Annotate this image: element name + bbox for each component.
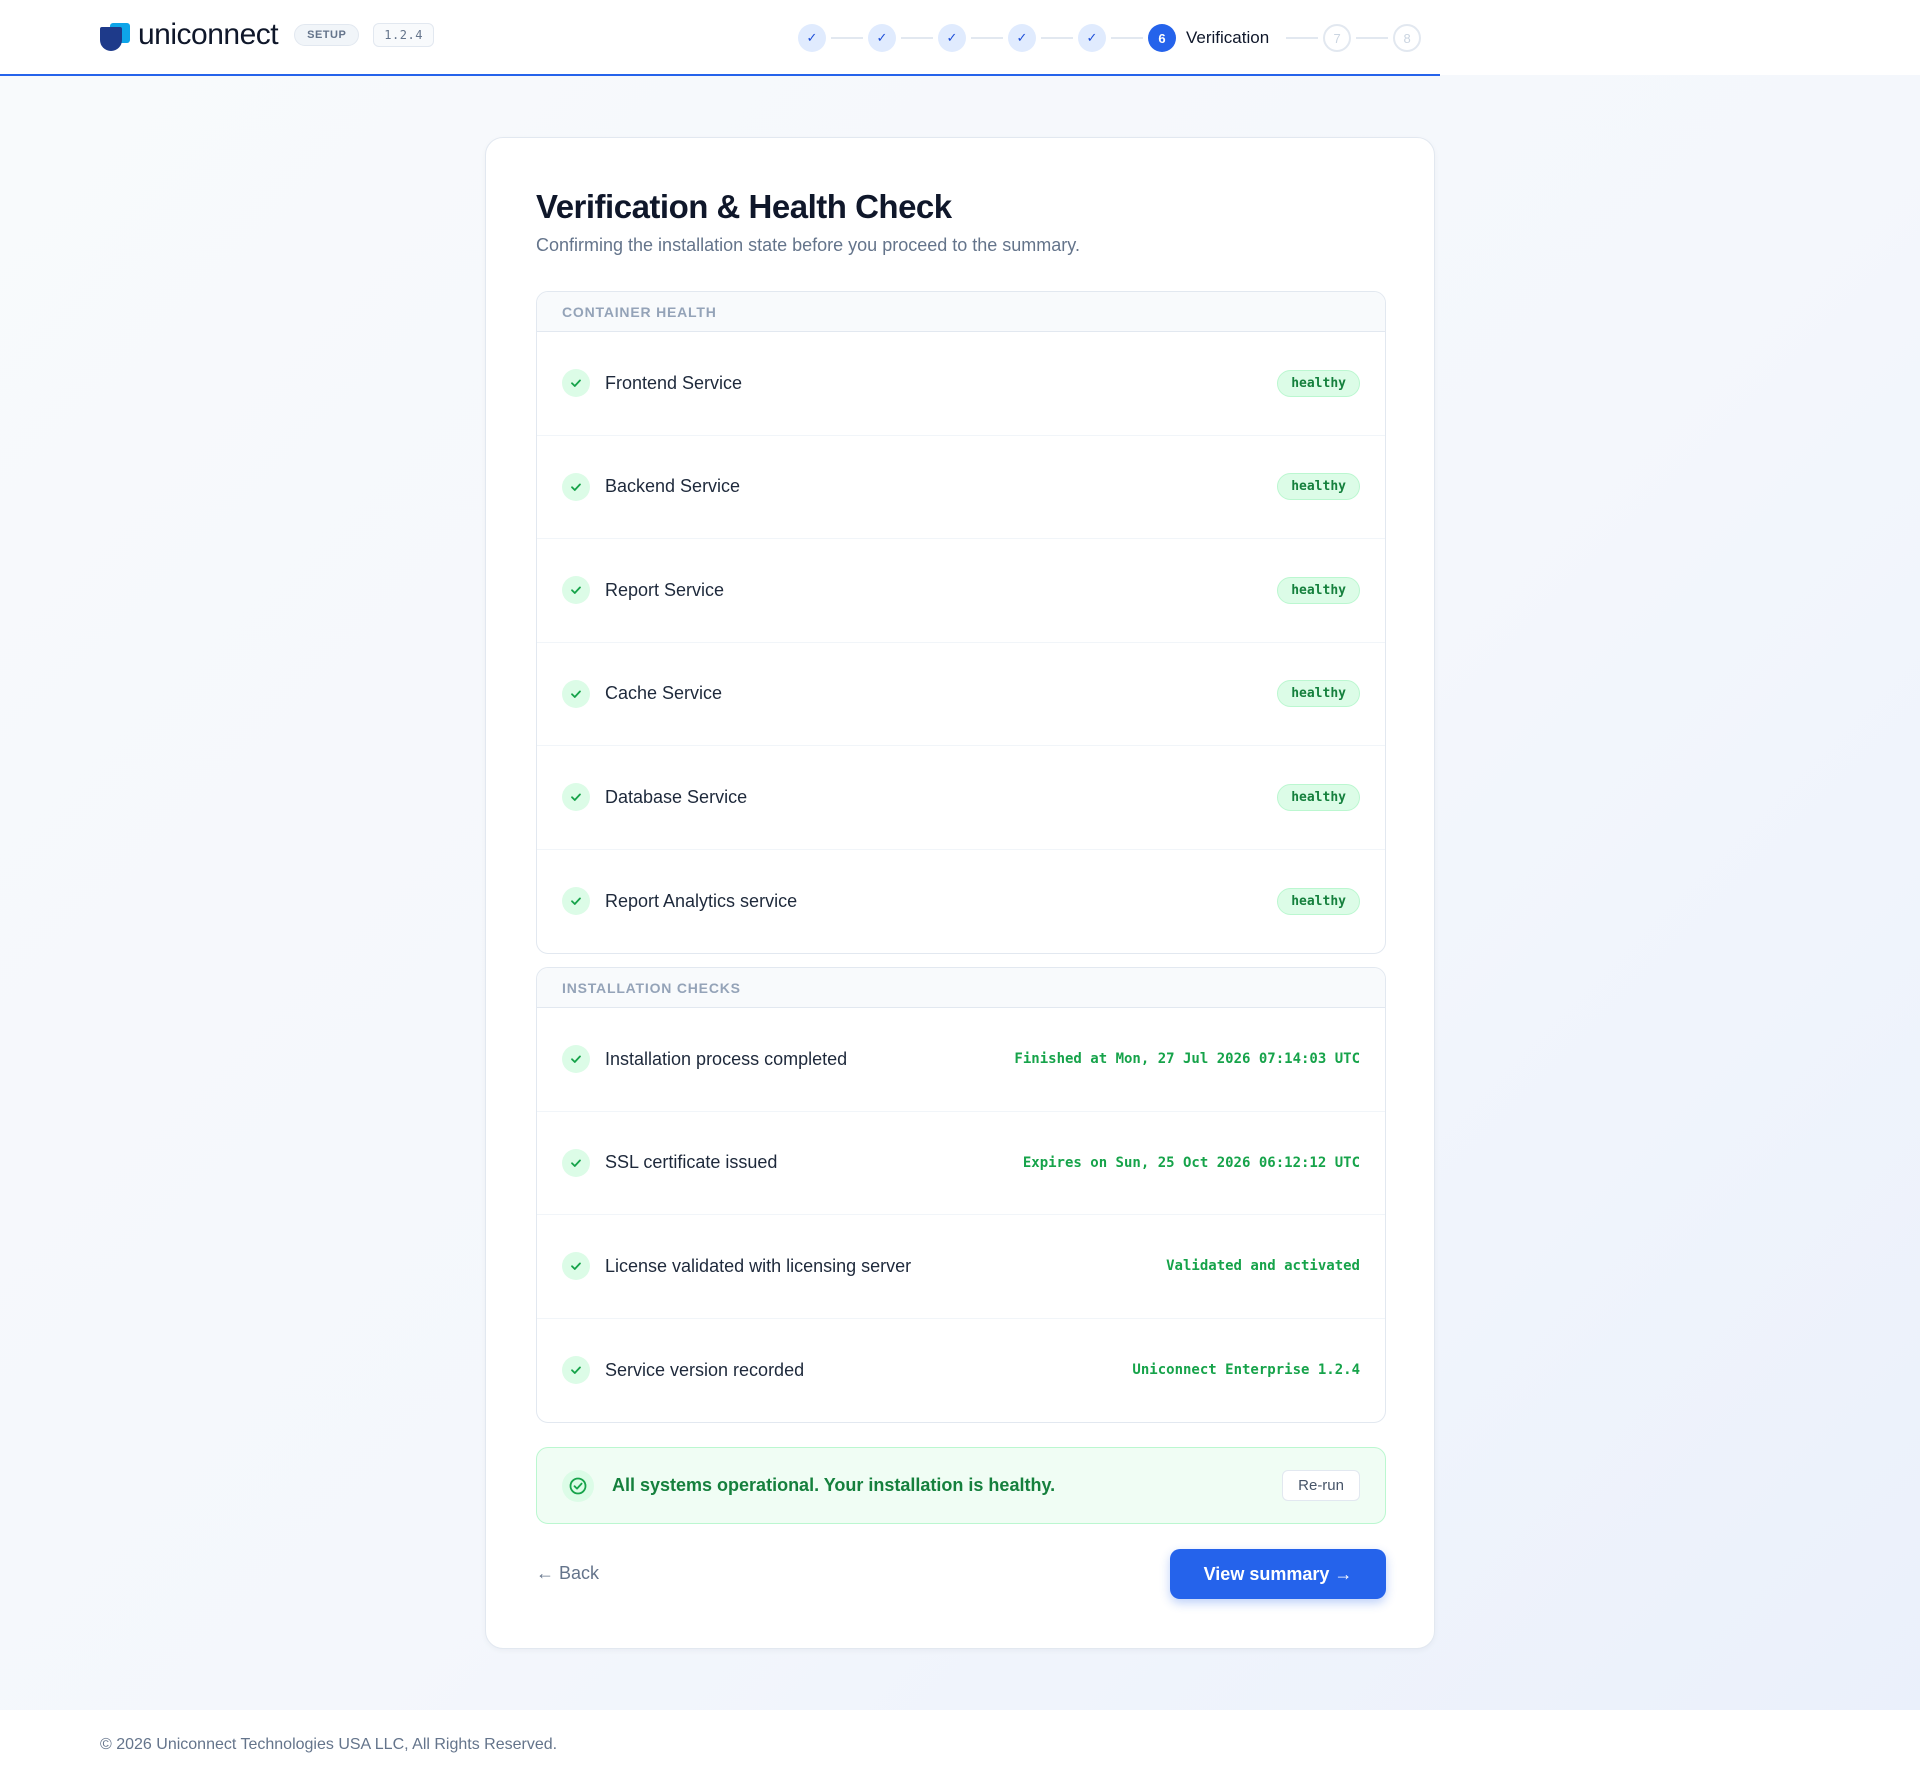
health-row: Report Service healthy: [537, 539, 1385, 643]
health-row: Report Analytics service healthy: [537, 850, 1385, 954]
view-summary-button[interactable]: View summary →: [1170, 1549, 1386, 1599]
uniconnect-logo-icon: [100, 19, 132, 51]
brand-name: uniconnect: [138, 18, 279, 51]
version-badge: 1.2.4: [373, 23, 434, 47]
status-message: All systems operational. Your installati…: [612, 1475, 1056, 1495]
container-health-section: CONTAINER HEALTH Frontend Service healthy…: [536, 291, 1386, 954]
step-connector: [1111, 37, 1143, 39]
service-name: Report Service: [605, 579, 725, 600]
service-name: Database Service: [605, 786, 748, 807]
health-row: Database Service healthy: [537, 746, 1385, 850]
check-detail: Uniconnect Enterprise 1.2.4: [1132, 1362, 1360, 1379]
step-2-indicator: ✓: [868, 24, 896, 52]
status-badge: healthy: [1277, 473, 1360, 501]
check-icon: [562, 1356, 590, 1385]
rerun-button[interactable]: Re-run: [1282, 1470, 1360, 1501]
step-8-indicator: 8: [1393, 24, 1422, 52]
step-connector: [901, 37, 933, 39]
step-4-indicator: ✓: [1008, 24, 1036, 52]
check-icon: [562, 1045, 590, 1074]
step-connector: [1286, 37, 1319, 39]
service-name: Frontend Service: [605, 372, 743, 393]
check-icon: [562, 1148, 590, 1177]
installation-checks-heading: INSTALLATION CHECKS: [537, 968, 1385, 1008]
setup-badge: SETUP: [294, 24, 360, 46]
check-detail: Finished at Mon, 27 Jul 2026 07:14:03 UT…: [1014, 1051, 1360, 1068]
page-title: Verification & Health Check: [536, 188, 952, 225]
status-badge: healthy: [1277, 369, 1360, 397]
current-step-label: Verification: [1186, 28, 1270, 47]
check-icon: [562, 679, 590, 708]
step-7-indicator: 7: [1323, 24, 1352, 52]
check-icon: [562, 783, 590, 812]
check-name: Service version recorded: [605, 1359, 805, 1380]
check-detail: Expires on Sun, 25 Oct 2026 06:12:12 UTC: [1022, 1154, 1360, 1171]
service-name: Report Analytics service: [605, 890, 798, 911]
step-connector: [1041, 37, 1073, 39]
install-check-row: Service version recorded Uniconnect Enter…: [537, 1319, 1385, 1423]
check-icon: [562, 369, 590, 398]
step-6-indicator: 6: [1148, 24, 1176, 52]
step-connector: [971, 37, 1003, 39]
check-detail: Validated and activated: [1166, 1258, 1360, 1275]
install-check-row: License validated with licensing server V…: [537, 1215, 1385, 1319]
check-name: Installation process completed: [605, 1048, 848, 1069]
status-badge: healthy: [1277, 576, 1360, 604]
step-3-indicator: ✓: [938, 24, 966, 52]
check-icon: [562, 1252, 590, 1281]
step-connector: [831, 37, 863, 39]
install-check-row: Installation process completed Finished a…: [537, 1008, 1385, 1112]
status-badge: healthy: [1277, 680, 1360, 708]
header-progress-bar: [0, 74, 1440, 76]
status-banner: All systems operational. Your installati…: [536, 1447, 1386, 1524]
check-icon: [562, 887, 590, 916]
verification-card: Verification & Health Check Confirming t…: [485, 137, 1435, 1649]
step-1-indicator: ✓: [798, 24, 826, 52]
brand: uniconnect SETUP 1.2.4: [100, 18, 434, 52]
setup-stepper: ✓ ✓ ✓ ✓ ✓ 6 Verification 7 8: [798, 24, 1422, 52]
check-name: SSL certificate issued: [605, 1152, 778, 1173]
check-icon: [562, 472, 590, 501]
step-5-indicator: ✓: [1078, 24, 1106, 52]
step-connector: [1356, 37, 1389, 39]
status-badge: healthy: [1277, 887, 1360, 915]
health-row: Backend Service healthy: [537, 436, 1385, 539]
installation-checks-section: INSTALLATION CHECKS Installation process…: [536, 967, 1386, 1423]
health-row: Frontend Service healthy: [537, 332, 1385, 436]
service-name: Cache Service: [605, 683, 723, 704]
service-name: Backend Service: [605, 476, 741, 497]
status-badge: healthy: [1277, 783, 1360, 811]
copyright-text: © 2026 Uniconnect Technologies USA LLC, …: [100, 1736, 558, 1753]
container-health-heading: CONTAINER HEALTH: [537, 292, 1385, 332]
page-subtitle: Confirming the installation state before…: [536, 235, 1080, 255]
health-row: Cache Service healthy: [537, 643, 1385, 746]
check-circle-icon: [562, 1469, 594, 1502]
top-header: uniconnect SETUP 1.2.4 ✓ ✓ ✓ ✓ ✓ 6 Verificatio…: [0, 0, 1920, 75]
back-link[interactable]: ← Back: [536, 1563, 599, 1584]
check-icon: [562, 576, 590, 605]
footer: © 2026 Uniconnect Technologies USA LLC, …: [0, 1710, 1920, 1780]
install-check-row: SSL certificate issued Expires on Sun, 25…: [537, 1112, 1385, 1215]
check-name: License validated with licensing server: [605, 1255, 912, 1276]
